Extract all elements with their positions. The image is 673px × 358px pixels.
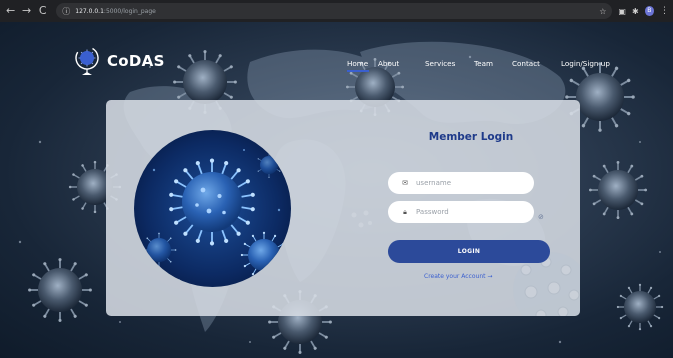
screen-icon[interactable]: ▣ [618, 7, 626, 16]
page-background: CoDAS Home About Services Team Contact L… [0, 22, 673, 358]
lock-icon: 🔒︎ [403, 207, 407, 216]
username-field[interactable]: ✉ [388, 172, 534, 194]
star-icon[interactable]: ☆ [599, 7, 606, 16]
nav-login-signup[interactable]: Login/Sign up [561, 59, 610, 68]
info-icon[interactable]: ⓘ [62, 6, 70, 17]
login-title: Member Login [428, 131, 514, 143]
arrow-right-icon[interactable]: → [20, 4, 33, 18]
login-card: Member Login ✉ 🔒︎ ⊘ LOGIN Create your Ac… [106, 100, 580, 316]
nav-team[interactable]: Team [474, 59, 493, 68]
nav-services[interactable]: Services [425, 59, 455, 68]
url-text: 127.0.0.1:5000/login_page [75, 7, 156, 15]
nav-active-indicator [347, 70, 369, 72]
create-account-link[interactable]: Create your Account → [424, 273, 492, 280]
profile-avatar[interactable]: B [644, 6, 655, 16]
arrow-left-icon[interactable]: ← [4, 4, 17, 18]
password-field[interactable]: 🔒︎ [388, 201, 534, 223]
reload-icon[interactable]: C [36, 4, 49, 18]
envelope-icon: ✉ [402, 179, 408, 187]
password-input[interactable] [416, 208, 526, 216]
login-button[interactable]: LOGIN [388, 240, 550, 263]
coronavirus-illustration [134, 130, 291, 287]
username-input[interactable] [416, 179, 526, 187]
card-virus-decoration-small [347, 206, 375, 234]
nav-contact[interactable]: Contact [512, 59, 540, 68]
card-virus-decoration [513, 252, 580, 316]
address-bar[interactable]: ⓘ 127.0.0.1:5000/login_page ☆ [56, 3, 613, 19]
puzzle-icon[interactable]: ✱ [632, 7, 639, 16]
main-nav: Home About Services Team Contact Login/S… [0, 59, 673, 72]
nav-about[interactable]: About [378, 59, 399, 68]
nav-home[interactable]: Home [347, 59, 368, 68]
menu-kebab-icon[interactable]: ⋮ [660, 6, 669, 16]
eye-slash-icon[interactable]: ⊘ [538, 213, 544, 221]
browser-toolbar: ← → C ⓘ 127.0.0.1:5000/login_page ☆ ▣ ✱ … [0, 0, 673, 22]
